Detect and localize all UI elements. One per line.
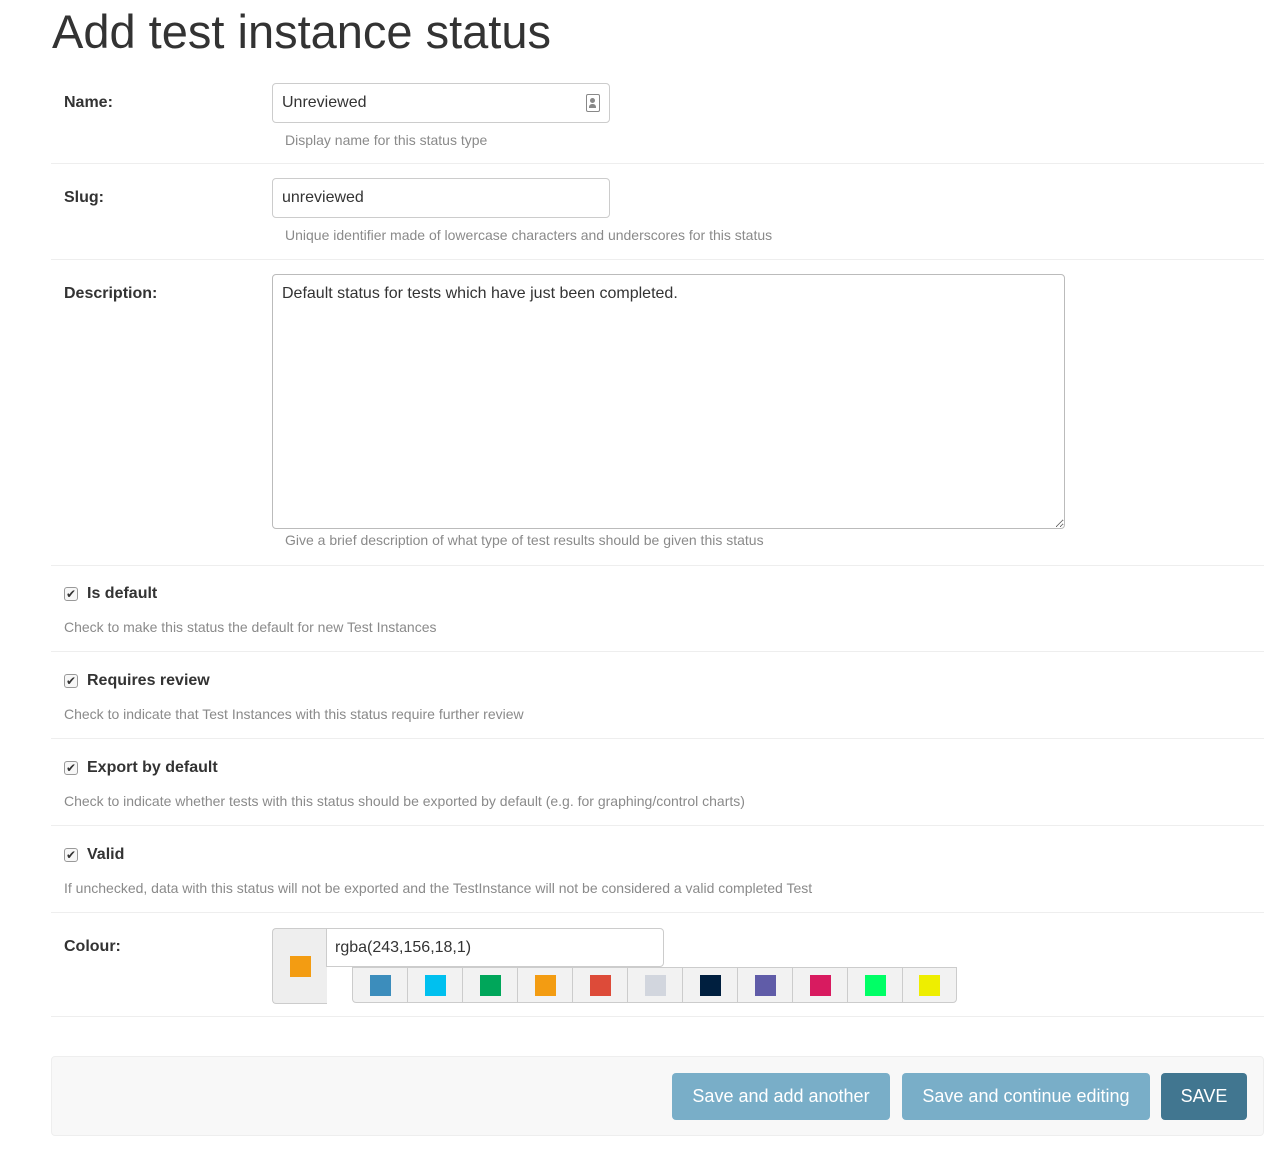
name-label: Name: (64, 94, 113, 111)
slug-help: Unique identifier made of lowercase char… (285, 227, 773, 243)
export-by-default-row: ✔ Export by default Check to indicate wh… (51, 739, 1264, 826)
name-input-value: Unreviewed (282, 94, 367, 111)
export-by-default-help: Check to indicate whether tests with thi… (64, 793, 745, 809)
colour-preview-addon[interactable] (272, 928, 327, 1004)
colour-input[interactable]: rgba(243,156,18,1) (326, 928, 664, 967)
palette-swatch[interactable] (683, 968, 738, 1002)
colour-label: Colour: (64, 938, 121, 955)
requires-review-row: ✔ Requires review Check to indicate that… (51, 652, 1264, 739)
palette-swatch[interactable] (848, 968, 903, 1002)
export-by-default-label[interactable]: Export by default (87, 759, 218, 777)
palette-swatch-color (699, 974, 721, 996)
palette-swatch-color (644, 974, 666, 996)
slug-row: Slug: unreviewed Unique identifier made … (51, 164, 1264, 260)
export-by-default-checkbox[interactable]: ✔ (64, 761, 78, 775)
palette-swatch-color (479, 974, 501, 996)
is-default-checkbox[interactable]: ✔ (64, 587, 78, 601)
description-help: Give a brief description of what type of… (285, 532, 764, 548)
palette-swatch-color (809, 974, 831, 996)
palette-swatch-color (919, 974, 940, 996)
valid-row: ✔ Valid If unchecked, data with this sta… (51, 826, 1264, 913)
palette-swatch[interactable] (518, 968, 573, 1002)
palette-swatch[interactable] (353, 968, 408, 1002)
palette-swatch[interactable] (628, 968, 683, 1002)
palette-swatch[interactable] (793, 968, 848, 1002)
palette-swatch[interactable] (903, 968, 956, 1002)
valid-help: If unchecked, data with this status will… (64, 880, 813, 896)
colour-input-value: rgba(243,156,18,1) (335, 939, 472, 956)
slug-input[interactable]: unreviewed (272, 178, 610, 218)
page-title: Add test instance status (52, 5, 552, 58)
colour-row: Colour: rgba(243,156,18,1) (51, 913, 1264, 1017)
palette-swatch[interactable] (463, 968, 518, 1002)
submit-row: Save and add another Save and continue e… (51, 1056, 1264, 1136)
palette-swatch-color (369, 974, 391, 996)
slug-input-value: unreviewed (282, 189, 364, 206)
palette-swatch[interactable] (738, 968, 793, 1002)
save-button[interactable]: SAVE (1161, 1073, 1247, 1120)
colour-preview-swatch (290, 956, 311, 977)
status-form: Name: Unreviewed Display name for this s… (51, 66, 1264, 1017)
save-and-add-another-button[interactable]: Save and add another (672, 1073, 890, 1120)
palette-swatch-color (754, 974, 776, 996)
palette-swatch[interactable] (573, 968, 628, 1002)
palette-swatch-color (534, 974, 556, 996)
palette-swatch-color (424, 974, 446, 996)
requires-review-checkbox[interactable]: ✔ (64, 674, 78, 688)
name-help: Display name for this status type (285, 132, 488, 148)
name-input[interactable]: Unreviewed (272, 83, 610, 123)
description-label: Description: (64, 285, 158, 302)
palette-swatch-color (864, 974, 886, 996)
description-textarea[interactable] (272, 274, 1065, 529)
requires-review-help: Check to indicate that Test Instances wi… (64, 706, 524, 722)
description-row: Description: Give a brief description of… (51, 260, 1264, 566)
save-and-continue-button[interactable]: Save and continue editing (902, 1073, 1150, 1120)
name-row: Name: Unreviewed Display name for this s… (51, 66, 1264, 164)
slug-label: Slug: (64, 189, 104, 206)
requires-review-label[interactable]: Requires review (87, 672, 210, 690)
palette-swatch-color (589, 974, 611, 996)
is-default-label[interactable]: Is default (87, 585, 157, 603)
palette-swatch[interactable] (408, 968, 463, 1002)
contact-card-icon[interactable] (586, 94, 600, 112)
colour-palette (352, 967, 957, 1003)
valid-label[interactable]: Valid (87, 846, 124, 864)
valid-checkbox[interactable]: ✔ (64, 848, 78, 862)
is-default-help: Check to make this status the default fo… (64, 619, 437, 635)
is-default-row: ✔ Is default Check to make this status t… (51, 566, 1264, 652)
